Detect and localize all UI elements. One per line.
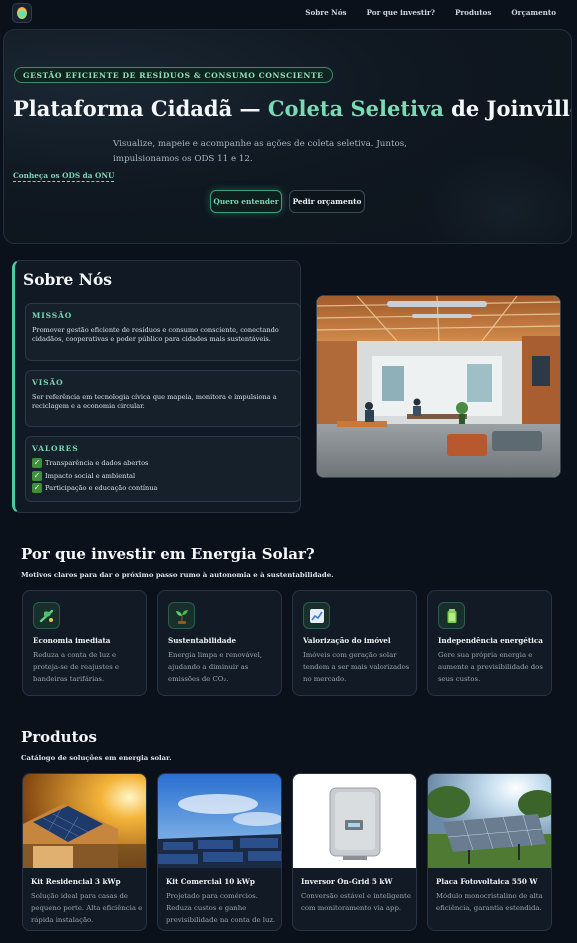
- battery-icon: [438, 602, 465, 629]
- products-subtitle: Catálogo de soluções em energia solar.: [21, 754, 172, 762]
- ods-link[interactable]: Conheça os ODS da ONU: [13, 171, 115, 182]
- top-nav: Sobre Nós Por que investir? Produtos Orç…: [0, 0, 577, 27]
- list-item: ✓ Impacto social e ambiental: [32, 470, 136, 481]
- quero-entender-button[interactable]: Quero entender: [210, 190, 282, 213]
- values-title: VALORES: [32, 444, 79, 453]
- mission-box: MISSÃO Promover gestão eficiente de resí…: [25, 303, 301, 361]
- product-title: Placa Fotovoltaica 550 W: [436, 877, 538, 886]
- nav-link-orcamento[interactable]: Orçamento: [511, 8, 556, 17]
- product-text: Módulo monocristalino de alta eficiência…: [436, 892, 543, 912]
- product-text: Projetado para comércios. Reduza custos …: [166, 892, 276, 924]
- why-subtitle: Motivos claros para dar o próximo passo …: [21, 571, 334, 579]
- product-card[interactable]: Placa Fotovoltaica 550 W Módulo monocris…: [427, 773, 552, 931]
- benefit-card: Valorização do imóvel Imóveis com geraçã…: [292, 590, 417, 696]
- values-box: VALORES ✓ Transparência e dados abertos ✓…: [25, 436, 301, 502]
- product-card[interactable]: Kit Comercial 10 kWp Projetado para comé…: [157, 773, 282, 931]
- benefit-title: Valorização do imóvel: [303, 636, 391, 645]
- nav-link-sobre[interactable]: Sobre Nós: [305, 8, 346, 17]
- vision-text: Ser referência em tecnologia cívica que …: [32, 393, 277, 410]
- piggy-bank-icon: [33, 602, 60, 629]
- benefit-text: Imóveis com geração solar tendem a ser m…: [303, 651, 410, 683]
- office-photo: [316, 295, 561, 478]
- product-image: [428, 774, 551, 868]
- product-text: Conversão estável e inteligente com moni…: [301, 892, 411, 912]
- product-image: [158, 774, 281, 868]
- product-title: Inversor On-Grid 5 kW: [301, 877, 393, 886]
- product-card[interactable]: Inversor On-Grid 5 kW Conversão estável …: [292, 773, 417, 931]
- vision-title: VISÃO: [32, 378, 64, 387]
- hero-badge: GESTÃO EFICIENTE DE RESÍDUOS & CONSUMO C…: [14, 67, 333, 83]
- benefit-text: Reduza a conta de luz e proteja-se de re…: [33, 651, 119, 683]
- hero-title-accent: Coleta Seletiva: [267, 96, 444, 121]
- logo[interactable]: [12, 3, 32, 23]
- benefit-title: Sustentabilidade: [168, 636, 237, 645]
- benefit-text: Energia limpa e renovável, ajudando a di…: [168, 651, 262, 683]
- product-card[interactable]: Kit Residencial 3 kWp Solução ideal para…: [22, 773, 147, 931]
- products-title: Produtos: [21, 728, 97, 746]
- benefit-text: Gere sua própria energia e aumente a pre…: [438, 651, 543, 683]
- mission-title: MISSÃO: [32, 311, 73, 320]
- logo-icon: [17, 7, 27, 19]
- product-image: [293, 774, 416, 868]
- benefit-card: Economia imediata Reduza a conta de luz …: [22, 590, 147, 696]
- benefit-title: Independência energética: [438, 636, 543, 645]
- chart-up-icon: [303, 602, 330, 629]
- product-text: Solução ideal para casas de pequeno port…: [31, 892, 143, 924]
- vision-box: VISÃO Ser referência em tecnologia cívic…: [25, 370, 301, 427]
- about-title: Sobre Nós: [23, 270, 113, 289]
- values-list: ✓ Transparência e dados abertos ✓ Impacto …: [32, 457, 157, 495]
- check-icon: ✓: [32, 483, 42, 494]
- list-item: ✓ Participação e educação contínua: [32, 483, 158, 494]
- product-image: [23, 774, 146, 868]
- hero-section: GESTÃO EFICIENTE DE RESÍDUOS & CONSUMO C…: [3, 29, 572, 244]
- list-item: ✓ Transparência e dados abertos: [32, 458, 149, 469]
- why-title: Por que investir em Energia Solar?: [21, 545, 315, 563]
- check-icon: ✓: [32, 470, 42, 481]
- nav-link-produtos[interactable]: Produtos: [455, 8, 491, 17]
- nav-links: Sobre Nós Por que investir? Produtos Orç…: [305, 8, 556, 17]
- pedir-orcamento-button[interactable]: Pedir orçamento: [289, 190, 365, 213]
- about-card: Sobre Nós MISSÃO Promover gestão eficien…: [12, 260, 301, 513]
- nav-link-investir[interactable]: Por que investir?: [367, 8, 435, 17]
- product-title: Kit Residencial 3 kWp: [31, 877, 121, 886]
- benefit-card: Independência energética Gere sua própri…: [427, 590, 552, 696]
- product-title: Kit Comercial 10 kWp: [166, 877, 255, 886]
- seedling-icon: [168, 602, 195, 629]
- hero-description: Visualize, mapeie e acompanhe as ações d…: [113, 139, 407, 164]
- mission-text: Promover gestão eficiente de resíduos e …: [32, 326, 279, 343]
- check-icon: ✓: [32, 458, 42, 469]
- benefit-card: Sustentabilidade Energia limpa e renováv…: [157, 590, 282, 696]
- benefit-title: Economia imediata: [33, 636, 111, 645]
- hero-title: Plataforma Cidadã — Coleta Seletiva de J…: [13, 96, 572, 121]
